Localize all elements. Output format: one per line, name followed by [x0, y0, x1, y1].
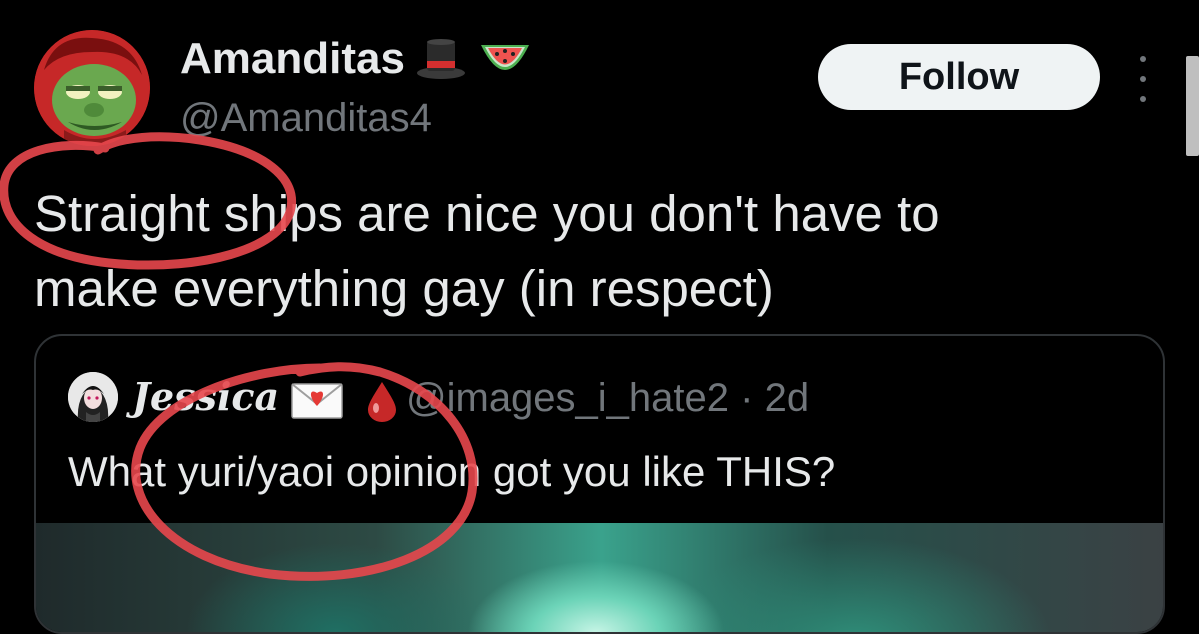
top-hat-icon: [415, 37, 467, 81]
tweet-text: Straight ships are nice you don't have t…: [34, 176, 1154, 326]
quoted-author-emojis: [290, 374, 410, 422]
scrollbar-thumb[interactable]: [1186, 56, 1199, 156]
author-avatar[interactable]: [34, 30, 150, 146]
love-letter-icon: [291, 383, 343, 419]
quoted-avatar-image: [68, 372, 118, 422]
tweet-text-line-1: Straight ships are nice you don't have t…: [34, 185, 940, 242]
quoted-media-preview[interactable]: [36, 523, 1163, 632]
quoted-author-avatar[interactable]: [68, 372, 118, 422]
avatar-image: [34, 30, 150, 146]
quoted-tweet-text: What yuri/yaoi opinion got you like THIS…: [68, 448, 836, 495]
quoted-author-name[interactable]: Jessica: [132, 374, 279, 419]
tweet-text-line-2: make everything gay (in respect): [34, 260, 774, 317]
drop-of-blood-icon: [368, 382, 396, 422]
display-name-text: Amanditas: [180, 34, 405, 83]
author-display-name[interactable]: Amanditas: [180, 34, 529, 84]
more-options-icon[interactable]: [1128, 56, 1158, 102]
follow-button[interactable]: Follow: [818, 44, 1100, 110]
quoted-handle-time[interactable]: @images_i_hate2 · 2d: [406, 376, 809, 421]
quoted-tweet-card[interactable]: Jessica @images_i_hate2 · 2d What yuri/y…: [34, 334, 1165, 634]
watermelon-icon: [477, 37, 529, 81]
author-handle[interactable]: @Amanditas4: [180, 96, 432, 141]
